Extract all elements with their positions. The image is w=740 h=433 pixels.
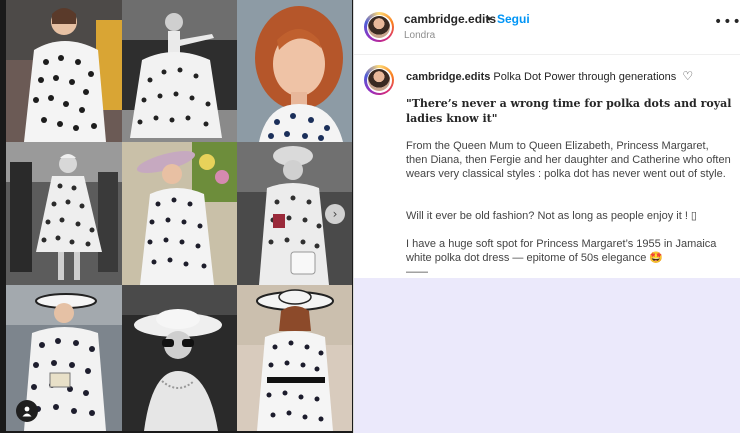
like-comment-heart-icon[interactable]: ♡ [682, 69, 693, 83]
next-photo-arrow[interactable]: › [325, 204, 345, 224]
caption-paragraph-1: From the Queen Mum to Queen Elizabeth, P… [406, 140, 731, 180]
instagram-post: › cambridge.edits • Segui Londra ••• cam… [0, 0, 740, 433]
post-sidebar: cambridge.edits • Segui Londra ••• cambr… [353, 0, 740, 433]
photo-eugenie-polka-hat [237, 285, 352, 431]
person-icon [22, 406, 32, 417]
user-tag-button[interactable] [16, 400, 38, 422]
caption-paragraph-3: I have a huge soft spot for Princess Mar… [406, 238, 717, 264]
caption-username[interactable]: cambridge.edits [406, 71, 490, 83]
follow-button[interactable]: Segui [497, 12, 530, 26]
photo-sunglasses-hat-bw [122, 285, 237, 431]
caption-divider: —— [406, 266, 428, 277]
post-header: cambridge.edits • Segui Londra ••• [354, 0, 740, 55]
photo-queen-mother-bw: › [237, 142, 352, 285]
photo-collage-grid: › [6, 0, 352, 431]
caption-first-line: cambridge.edits Polka Dot Power through … [406, 69, 693, 83]
photo-polka-dress-pink-hat [122, 142, 237, 285]
author-username[interactable]: cambridge.edits [404, 12, 496, 26]
post-location[interactable]: Londra [404, 30, 435, 41]
caption-title: Polka Dot Power through generations [493, 71, 677, 83]
header-separator: • [487, 12, 492, 26]
post-media-collage[interactable]: › [0, 0, 353, 433]
caption-author-avatar[interactable] [364, 65, 394, 95]
photo-polka-ballgown-bw [122, 0, 237, 142]
post-caption: cambridge.edits Polka Dot Power through … [354, 55, 740, 277]
photo-redhead-portrait [237, 0, 352, 142]
photo-polka-dress-color-1 [6, 0, 122, 142]
comments-area-background [354, 278, 740, 433]
caption-quote: "There’s never a wrong time for polka do… [406, 97, 732, 125]
caption-paragraph-2: Will it ever be old fashion? Not as long… [406, 210, 697, 222]
more-options-button[interactable]: ••• [714, 14, 740, 30]
photo-polka-dress-bw-1 [6, 142, 122, 285]
author-avatar[interactable] [364, 12, 394, 42]
